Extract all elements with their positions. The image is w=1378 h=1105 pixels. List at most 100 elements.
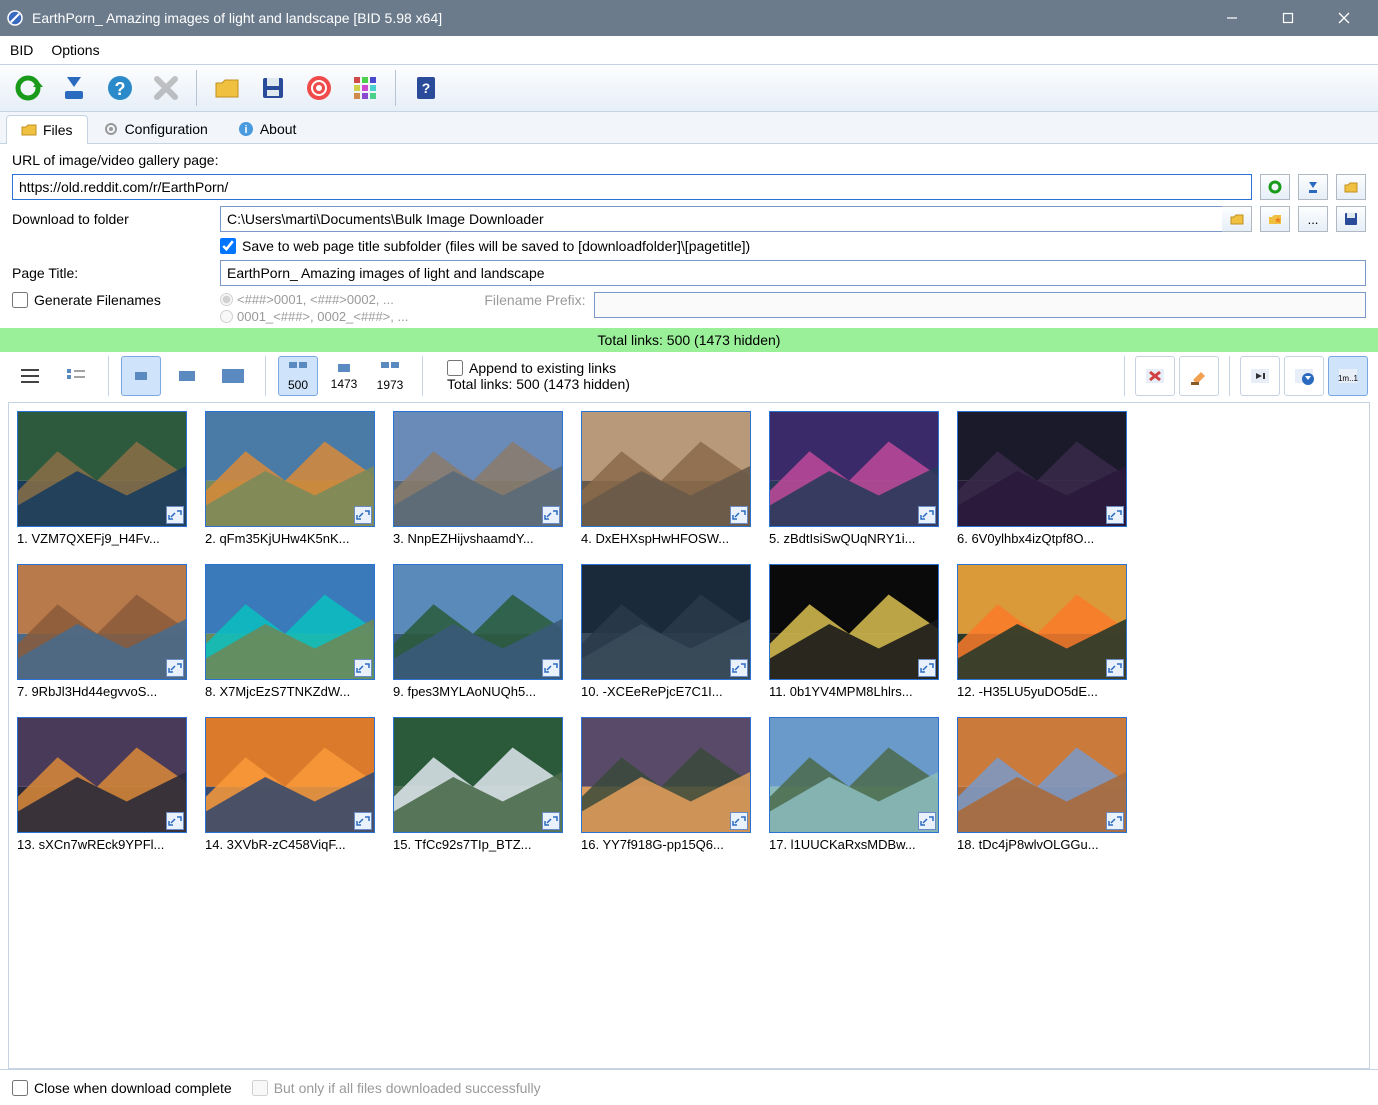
maximize-button[interactable] [1260, 0, 1316, 36]
thumbnail[interactable] [205, 411, 375, 527]
thumbnail[interactable] [393, 717, 563, 833]
menu-options[interactable]: Options [51, 42, 99, 58]
generate-filenames-row[interactable]: Generate Filenames [12, 292, 212, 308]
folder-input[interactable] [220, 206, 1222, 232]
generate-filenames-checkbox[interactable] [12, 292, 28, 308]
save-button[interactable] [253, 68, 293, 108]
thumb-cell[interactable]: 2. qFm35KjUHw4K5nK... [205, 411, 375, 546]
thumbnail[interactable] [393, 564, 563, 680]
thumbnail[interactable] [957, 411, 1127, 527]
folder-browse-inline-button[interactable] [1222, 206, 1252, 232]
reload-button[interactable] [8, 68, 48, 108]
folder-browse-button[interactable]: ... [1298, 206, 1328, 232]
settings-button[interactable] [299, 68, 339, 108]
rename-button[interactable]: 1m..1 [1328, 356, 1368, 396]
folder-save-button[interactable] [1336, 206, 1366, 232]
thumb-cell[interactable]: 15. TfCc92s7TIp_BTZ... [393, 717, 563, 852]
url-reload-button[interactable] [1260, 174, 1290, 200]
grid-button[interactable] [345, 68, 385, 108]
thumb-cell[interactable]: 12. -H35LU5yuDO5dE... [957, 564, 1127, 699]
thumb-cell[interactable]: 18. tDc4jP8wlvOLGGu... [957, 717, 1127, 852]
close-when-complete-label: Close when download complete [34, 1080, 232, 1096]
download-selection-button[interactable] [1284, 356, 1324, 396]
thumb-caption: 14. 3XVbR-zC458ViqF... [205, 837, 375, 852]
filter-bar: 500 1473 1973 Append to existing links T… [0, 352, 1378, 400]
page-title-input[interactable] [220, 260, 1366, 286]
save-subfolder-checkbox[interactable] [220, 238, 236, 254]
filter-1473-button[interactable]: 1473 [324, 356, 364, 396]
folder-label: Download to folder [12, 211, 212, 227]
thumbnail[interactable] [17, 564, 187, 680]
link-icon [1106, 659, 1124, 677]
thumbnail[interactable] [769, 564, 939, 680]
thumbnail[interactable] [205, 717, 375, 833]
menubar: BID Options [0, 36, 1378, 64]
thumb-caption: 6. 6V0ylhbx4izQtpf8O... [957, 531, 1127, 546]
thumb-cell[interactable]: 13. sXCn7wREck9YPFl... [17, 717, 187, 852]
thumbnail[interactable] [769, 411, 939, 527]
append-checkbox[interactable] [447, 360, 463, 376]
close-button[interactable] [1316, 0, 1372, 36]
thumbnail[interactable] [205, 564, 375, 680]
link-icon [166, 659, 184, 677]
folder-favorite-button[interactable] [1260, 206, 1290, 232]
url-folder-button[interactable] [1336, 174, 1366, 200]
thumbnail[interactable] [769, 717, 939, 833]
thumb-cell[interactable]: 8. X7MjcEzS7TNKZdW... [205, 564, 375, 699]
thumb-cell[interactable]: 4. DxEHXspHwHFOSW... [581, 411, 751, 546]
delete-selection-button[interactable] [1135, 356, 1175, 396]
thumb-caption: 9. fpes3MYLAoNUQh5... [393, 684, 563, 699]
thumbnail[interactable] [581, 411, 751, 527]
thumb-cell[interactable]: 1. VZM7QXEFj9_H4Fv... [17, 411, 187, 546]
view-small-button[interactable] [121, 356, 161, 396]
url-download-button[interactable] [1298, 174, 1328, 200]
thumb-cell[interactable]: 9. fpes3MYLAoNUQh5... [393, 564, 563, 699]
link-icon [918, 659, 936, 677]
link-icon [354, 812, 372, 830]
main-toolbar: ? ? [0, 64, 1378, 112]
thumbnail[interactable] [393, 411, 563, 527]
close-when-complete-row[interactable]: Close when download complete [12, 1080, 232, 1096]
thumb-cell[interactable]: 14. 3XVbR-zC458ViqF... [205, 717, 375, 852]
thumb-cell[interactable]: 10. -XCEeRePjcE7C1I... [581, 564, 751, 699]
minimize-button[interactable] [1204, 0, 1260, 36]
thumbnail[interactable] [17, 717, 187, 833]
download-button[interactable] [54, 68, 94, 108]
clear-button[interactable] [1179, 356, 1219, 396]
thumb-cell[interactable]: 17. l1UUCKaRxsMDBw... [769, 717, 939, 852]
but-only-label: But only if all files downloaded success… [274, 1080, 541, 1096]
close-when-complete-checkbox[interactable] [12, 1080, 28, 1096]
thumbnail[interactable] [17, 411, 187, 527]
url-input[interactable] [12, 174, 1252, 200]
menu-bid[interactable]: BID [10, 42, 33, 58]
thumbnail[interactable] [957, 717, 1127, 833]
filter-text: Append to existing links Total links: 50… [447, 360, 630, 392]
view-large-button[interactable] [213, 356, 253, 396]
thumbnail[interactable] [581, 564, 751, 680]
tab-configuration[interactable]: Configuration [88, 114, 223, 143]
manual-button[interactable]: ? [406, 68, 446, 108]
thumb-cell[interactable]: 16. YY7f918G-pp15Q6... [581, 717, 751, 852]
open-folder-button[interactable] [207, 68, 247, 108]
filter-1973-button[interactable]: 1973 [370, 356, 410, 396]
help-button[interactable]: ? [100, 68, 140, 108]
gallery-scroll[interactable]: 1. VZM7QXEFj9_H4Fv... 2. qFm35KjUHw4K5nK… [8, 402, 1370, 1069]
thumb-cell[interactable]: 11. 0b1YV4MPM8Lhlrs... [769, 564, 939, 699]
tab-configuration-label: Configuration [125, 121, 208, 137]
thumb-cell[interactable]: 6. 6V0ylhbx4izQtpf8O... [957, 411, 1127, 546]
filter-500-button[interactable]: 500 [278, 356, 318, 396]
tab-files[interactable]: Files [6, 115, 88, 144]
view-list-button[interactable] [10, 356, 50, 396]
skip-button[interactable] [1240, 356, 1280, 396]
thumb-caption: 16. YY7f918G-pp15Q6... [581, 837, 751, 852]
view-details-button[interactable] [56, 356, 96, 396]
save-subfolder-checkbox-row[interactable]: Save to web page title subfolder (files … [220, 238, 1366, 254]
thumb-cell[interactable]: 5. zBdtIsiSwQUqNRY1i... [769, 411, 939, 546]
but-only-checkbox [252, 1080, 268, 1096]
thumbnail[interactable] [581, 717, 751, 833]
thumbnail[interactable] [957, 564, 1127, 680]
thumb-cell[interactable]: 7. 9RbJl3Hd44egvvoS... [17, 564, 187, 699]
thumb-cell[interactable]: 3. NnpEZHijvshaamdY... [393, 411, 563, 546]
view-medium-button[interactable] [167, 356, 207, 396]
tab-about[interactable]: i About [223, 114, 312, 143]
